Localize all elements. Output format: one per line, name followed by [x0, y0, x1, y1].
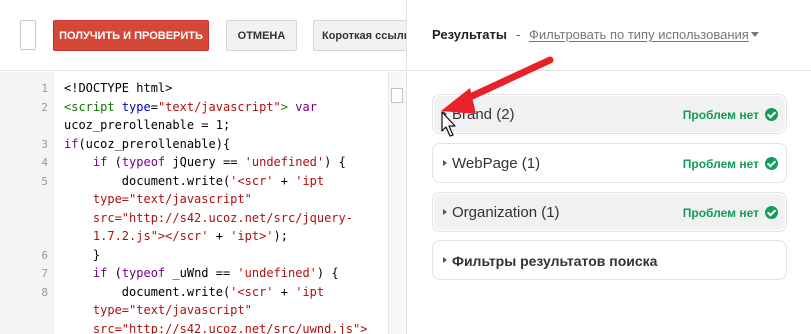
code-line: if(ucoz_prerollenable){: [64, 137, 231, 151]
title-separator: -: [516, 27, 521, 42]
line-number: 8: [41, 286, 48, 299]
get-and-check-button[interactable]: ПОЛУЧИТЬ И ПРОВЕРИТЬ: [53, 20, 209, 51]
cancel-button[interactable]: ОТМЕНА: [226, 20, 297, 51]
expand-triangle-icon[interactable]: [443, 209, 447, 215]
expand-triangle-icon[interactable]: [443, 257, 447, 263]
panel-label: WebPage (1): [452, 155, 541, 172]
line-number: 3: [41, 138, 48, 151]
result-panel-webpage[interactable]: WebPage (1) Проблем нет: [432, 143, 787, 183]
line-number-gutter: 1 2 3 4 5 6 7 8: [0, 72, 54, 334]
scrollbar-thumb[interactable]: [391, 88, 403, 103]
code-line: type="text/javascript": [64, 303, 252, 317]
results-title: Результаты: [432, 27, 507, 42]
results-header: Результаты - Фильтровать по типу использ…: [406, 0, 811, 71]
status-badge: Проблем нет: [682, 157, 759, 171]
code-line: document.write('<scr' + 'ipt: [64, 174, 325, 188]
check-circle-icon: [765, 206, 778, 219]
line-number: 5: [41, 175, 48, 188]
panel-label: Organization (1): [452, 204, 560, 221]
chevron-down-icon[interactable]: [751, 32, 759, 37]
code-line: src="http://s42.ucoz.net/src/uwnd.js">: [64, 322, 368, 334]
code-line: type="text/javascript": [64, 192, 252, 206]
check-circle-icon: [765, 108, 778, 121]
code-line: src="http://s42.ucoz.net/src/jquery-: [64, 211, 353, 225]
panel-label: Фильтры результатов поиска: [452, 253, 658, 269]
result-panel-search-filters[interactable]: Фильтры результатов поиска: [432, 240, 787, 280]
result-panel-organization[interactable]: Organization (1) Проблем нет: [432, 192, 787, 232]
line-number: 1: [41, 82, 48, 95]
code-line: ucoz_prerollenable = 1;: [64, 118, 231, 132]
status-badge: Проблем нет: [682, 206, 759, 220]
editor-scrollbar[interactable]: [388, 72, 406, 334]
short-link-button[interactable]: Короткая ссылка: [313, 20, 417, 51]
code-line: if (typeof jQuery == 'undefined') {: [92, 155, 346, 169]
code-line: <script type="text/javascript"> var: [64, 100, 317, 114]
code-line: }: [64, 248, 101, 262]
panel-label: Brand (2): [452, 106, 515, 123]
line-number: 4: [41, 156, 48, 169]
line-number: 2: [41, 101, 48, 114]
status-badge: Проблем нет: [682, 108, 759, 122]
filter-by-usage-link[interactable]: Фильтровать по типу использования: [529, 27, 749, 42]
code-line: 1.7.2.js"></scr' + 'ipt>');: [64, 229, 288, 243]
expand-triangle-icon[interactable]: [443, 160, 447, 166]
check-circle-icon: [765, 157, 778, 170]
line-number: 6: [41, 249, 48, 262]
code-line: <!DOCTYPE html>: [64, 81, 173, 95]
editor-toolbar: ПОЛУЧИТЬ И ПРОВЕРИТЬ ОТМЕНА Короткая ссы…: [0, 0, 417, 71]
code-line: document.write('<scr' + 'ipt: [64, 285, 325, 299]
code-editor[interactable]: 1 2 3 4 5 6 7 8 <!DOCTYPE html> <script …: [0, 72, 406, 334]
code-line: if (typeof _uWnd == 'undefined') {: [92, 266, 339, 280]
line-number: 7: [41, 267, 48, 280]
result-panel-brand[interactable]: Brand (2) Проблем нет: [432, 94, 787, 134]
expand-triangle-icon[interactable]: [443, 111, 447, 117]
collapse-handle[interactable]: [20, 20, 36, 50]
